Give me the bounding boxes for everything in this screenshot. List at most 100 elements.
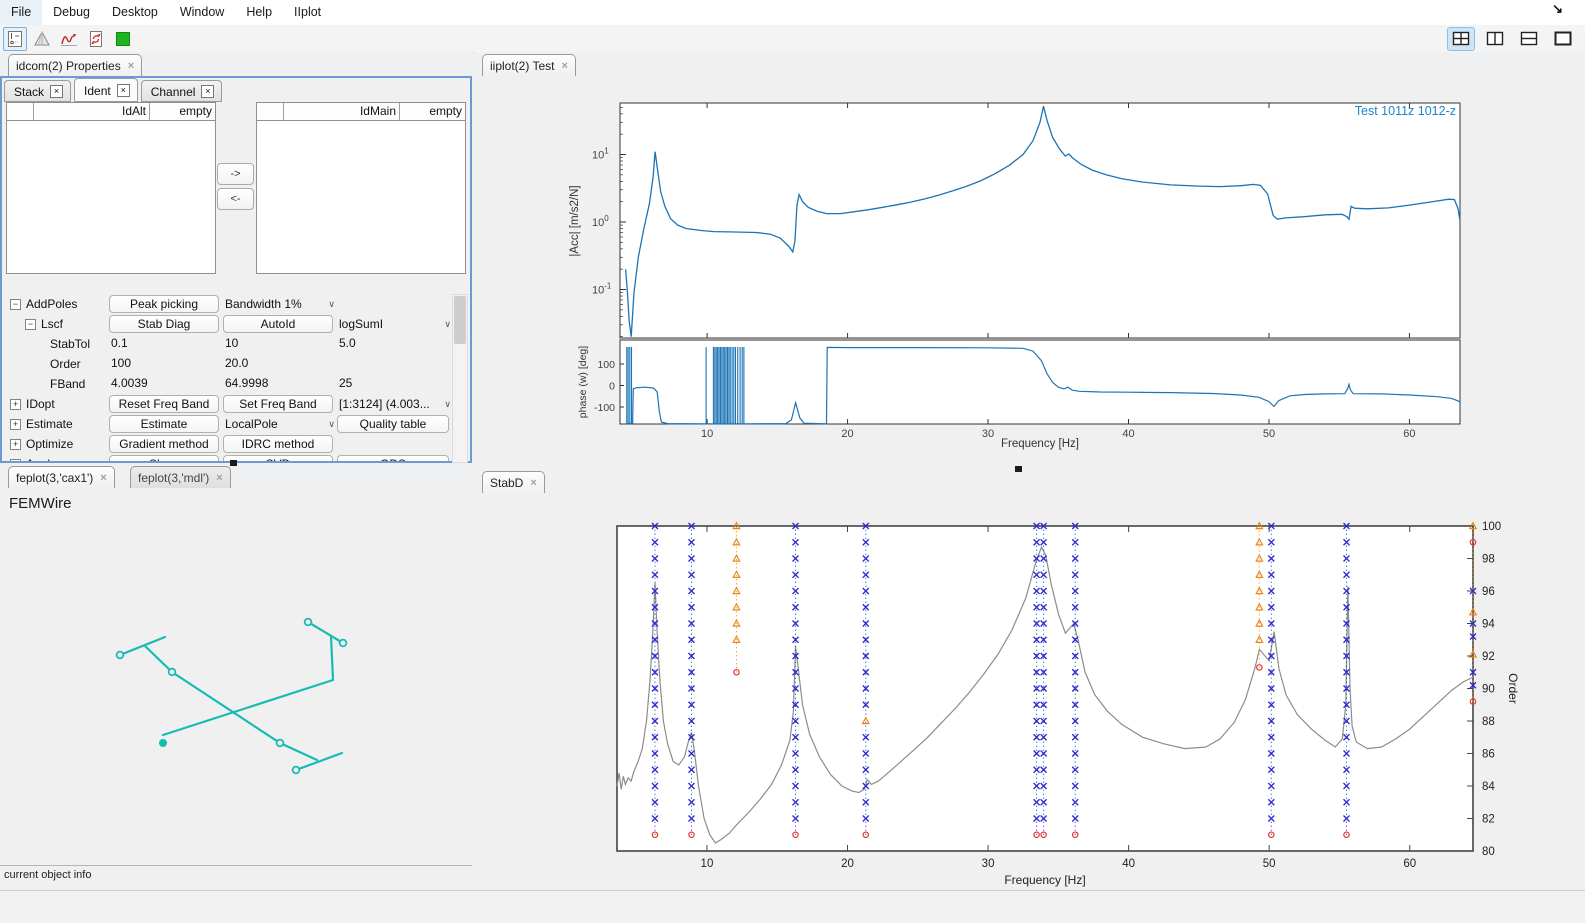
ods-button[interactable]: ODS: [337, 455, 449, 461]
expand-icon[interactable]: +: [10, 399, 21, 410]
dock-arrow-icon[interactable]: ↘: [1552, 1, 1563, 17]
autoid-button[interactable]: AutoId: [223, 315, 333, 333]
value-cell[interactable]: 4.0039: [109, 376, 221, 390]
quality-table-button[interactable]: Quality table: [337, 415, 449, 433]
svd-button[interactable]: SVD: [223, 455, 333, 461]
chevron-down-icon: ∨: [444, 399, 451, 410]
subtab-channel[interactable]: Channel ×: [141, 80, 223, 102]
chevron-down-icon: ∨: [328, 419, 335, 430]
reset-freq-band-button[interactable]: Reset Freq Band: [109, 395, 219, 413]
svg-text:96: 96: [1482, 586, 1495, 598]
tree-scrollbar[interactable]: [452, 294, 468, 463]
tab-feplot-0[interactable]: feplot(3,'cax1')×: [8, 466, 115, 488]
value-cell[interactable]: 20.0: [223, 356, 335, 370]
tab-iiplot-test[interactable]: iiplot(2) Test ×: [482, 54, 576, 76]
iiplot-curve-icon[interactable]: [57, 27, 81, 51]
chevron-down-icon: ∨: [328, 299, 335, 310]
idrc-method-button[interactable]: IDRC method: [223, 435, 333, 453]
svg-text:40: 40: [1122, 858, 1135, 870]
svg-text:Frequency [Hz]: Frequency [Hz]: [1004, 873, 1085, 887]
iiplot-figure: 10203040506010110010-11000-100Frequency …: [474, 76, 1585, 469]
idalt-table[interactable]: IdAlt empty: [6, 102, 216, 274]
tab-idcom-properties[interactable]: idcom(2) Properties ×: [8, 54, 142, 76]
menu-iiplot[interactable]: IIplot: [283, 0, 332, 25]
collapse-icon[interactable]: −: [25, 319, 36, 330]
peak-picking-button[interactable]: Peak picking: [109, 295, 219, 313]
svg-text:|Acc| [m/s2/N]: |Acc| [m/s2/N]: [569, 185, 581, 256]
dropdown[interactable]: LocalPole∨: [223, 415, 337, 433]
close-icon[interactable]: ×: [128, 60, 134, 72]
layout-vsplit-icon[interactable]: [1481, 27, 1509, 51]
collapse-icon[interactable]: −: [10, 299, 21, 310]
green-square-icon[interactable]: [111, 27, 135, 51]
close-icon[interactable]: ×: [117, 84, 130, 97]
scrollbar-thumb[interactable]: [454, 296, 466, 344]
menu-debug[interactable]: Debug: [42, 0, 101, 25]
expand-icon[interactable]: +: [10, 419, 21, 430]
tab-title: feplot(3,'mdl'): [138, 471, 209, 485]
move-right-button[interactable]: ->: [217, 163, 254, 185]
tab-stabd[interactable]: StabD ×: [482, 471, 545, 493]
feplot-cone-icon[interactable]: [30, 27, 54, 51]
close-icon[interactable]: ×: [530, 477, 536, 489]
subtab-label: Channel: [151, 85, 196, 99]
svg-text:50: 50: [1263, 858, 1276, 870]
idmain-table[interactable]: IdMain empty: [256, 102, 466, 274]
value-cell[interactable]: 10: [223, 336, 335, 350]
tree-label-text: FBand: [50, 377, 85, 391]
svg-text:20: 20: [841, 858, 854, 870]
subtab-stack[interactable]: Stack×: [4, 80, 71, 102]
layout-grid-icon[interactable]: [1447, 27, 1475, 51]
set-freq-band-button[interactable]: Set Freq Band: [223, 395, 333, 413]
value-cell[interactable]: 5.0: [337, 336, 451, 350]
svg-text:94: 94: [1482, 619, 1495, 631]
close-icon[interactable]: ×: [50, 85, 63, 98]
dropdown[interactable]: [1:3124] (4.003...∨: [337, 395, 452, 413]
layout-single-icon[interactable]: [1549, 27, 1577, 51]
stabd-panel: StabD × 10203040506080828486889092949698…: [474, 469, 1585, 890]
dropdown[interactable]: logSumI∨: [337, 315, 452, 333]
close-icon[interactable]: ×: [216, 472, 222, 484]
move-left-button[interactable]: <-: [217, 188, 254, 210]
expand-icon[interactable]: +: [10, 439, 21, 450]
subtab-ident[interactable]: Ident×: [74, 78, 138, 102]
dropdown[interactable]: Bandwidth 1%∨: [223, 295, 337, 313]
menu-desktop[interactable]: Desktop: [101, 0, 169, 25]
svg-text:phase (w) [deg]: phase (w) [deg]: [577, 346, 589, 418]
menu-file[interactable]: File: [0, 0, 42, 25]
layout-hsplit-icon[interactable]: [1515, 27, 1543, 51]
svg-text:30: 30: [982, 428, 994, 440]
idcom-tabbar: idcom(2) Properties ×: [0, 52, 472, 77]
value-cell[interactable]: 64.9998: [223, 376, 335, 390]
stabilization-diagram[interactable]: 10203040506080828486889092949698100Frequ…: [474, 493, 1585, 890]
value-cell[interactable]: 25: [337, 376, 451, 390]
fem-wireframe[interactable]: [0, 488, 472, 890]
ident-doc-icon[interactable]: I: [3, 27, 27, 51]
menu-window[interactable]: Window: [169, 0, 235, 25]
show-button[interactable]: Show: [109, 455, 219, 461]
estimate-button[interactable]: Estimate: [109, 415, 219, 433]
splitter-handle[interactable]: [1015, 466, 1022, 472]
stabd-figure: 10203040506080828486889092949698100Frequ…: [474, 493, 1585, 890]
stab-diag-button[interactable]: Stab Diag: [109, 315, 219, 333]
svg-text:Order: Order: [1506, 673, 1520, 704]
frf-plot[interactable]: 10203040506010110010-11000-100Frequency …: [474, 76, 1585, 469]
menu-help[interactable]: Help: [235, 0, 283, 25]
svg-text:84: 84: [1482, 781, 1495, 793]
close-icon[interactable]: ×: [561, 60, 567, 72]
feplot-figure: FEMWire current object info: [0, 488, 472, 890]
tab-title: StabD: [490, 476, 523, 490]
close-icon[interactable]: ×: [100, 472, 106, 484]
tab-title: iiplot(2) Test: [490, 59, 554, 73]
gradient-method-button[interactable]: Gradient method: [109, 435, 219, 453]
expand-icon[interactable]: +: [10, 459, 21, 462]
value-cell[interactable]: 0.1: [109, 336, 221, 350]
svg-text:10: 10: [701, 858, 714, 870]
svg-text:Test 1011z 1012-z: Test 1011z 1012-z: [1355, 104, 1456, 118]
svg-text:10-1: 10-1: [592, 282, 612, 297]
value-cell[interactable]: 100: [109, 356, 221, 370]
tab-feplot-1[interactable]: feplot(3,'mdl') ×: [130, 466, 231, 488]
refresh-doc-icon[interactable]: [84, 27, 108, 51]
splitter-handle[interactable]: [230, 460, 237, 466]
close-icon[interactable]: ×: [201, 85, 214, 98]
